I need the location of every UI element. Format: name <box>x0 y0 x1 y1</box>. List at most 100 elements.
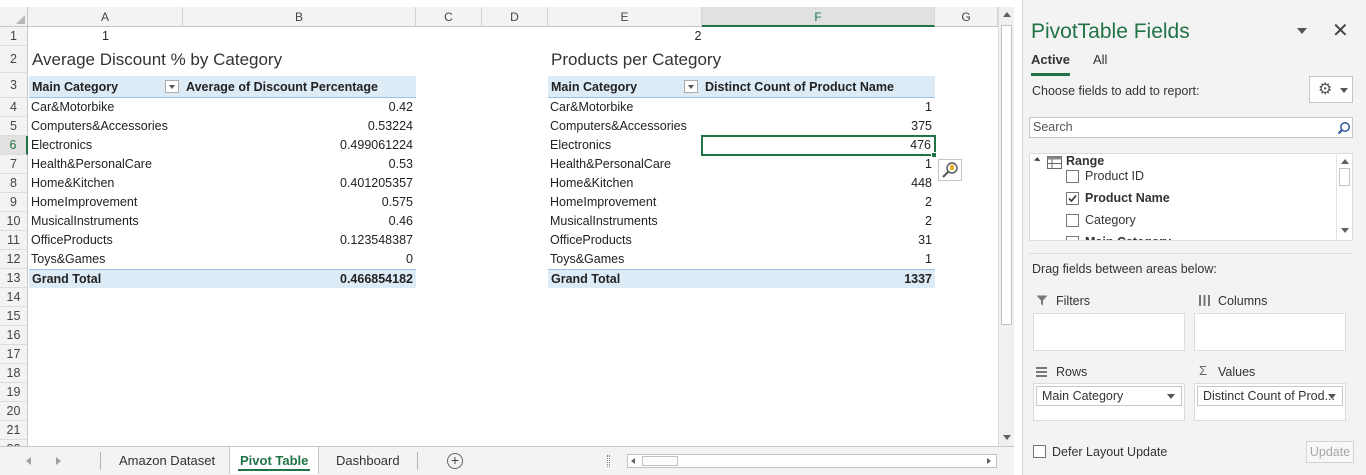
pivot1-total-value[interactable]: 0.466854182 <box>183 269 416 288</box>
defer-layout-label[interactable]: Defer Layout Update <box>1052 445 1167 459</box>
row-header[interactable]: 16 <box>0 326 28 345</box>
pivot1-row-label[interactable]: Home&Kitchen <box>31 174 181 193</box>
field-product-id[interactable]: Product ID <box>1085 166 1144 186</box>
tab-amazon-dataset[interactable]: Amazon Dataset <box>109 447 225 474</box>
row-header[interactable]: 8 <box>0 174 28 193</box>
pivot1-row-value[interactable]: 0.46 <box>183 212 416 231</box>
row-header[interactable]: 12 <box>0 250 28 269</box>
close-icon[interactable]: ✕ <box>1332 18 1349 43</box>
pane-options-chevron-down-icon[interactable] <box>1297 28 1307 34</box>
pivot1-row-label[interactable]: Toys&Games <box>31 250 181 269</box>
pivot1-row-value[interactable]: 0.53224 <box>183 117 416 136</box>
pivot2-row-value[interactable]: 375 <box>702 117 935 136</box>
row-header[interactable]: 15 <box>0 307 28 326</box>
next-sheet-icon[interactable] <box>56 457 61 465</box>
row-header[interactable]: 17 <box>0 345 28 364</box>
values-drop-area[interactable]: Distinct Count of Prod... <box>1194 383 1346 421</box>
quick-analysis-button[interactable] <box>938 159 962 181</box>
row-header[interactable]: 19 <box>0 383 28 402</box>
row-header[interactable]: 14 <box>0 288 28 307</box>
pivot1-row-label[interactable]: HomeImprovement <box>31 193 181 212</box>
row-header[interactable]: 11 <box>0 231 28 250</box>
row-header[interactable]: 2 <box>0 46 28 73</box>
select-all-corner[interactable] <box>0 7 28 27</box>
scroll-right-icon[interactable] <box>987 458 991 464</box>
column-header-d[interactable]: D <box>482 7 548 27</box>
pivot1-header-label[interactable]: Main Category <box>29 76 183 98</box>
column-header-f[interactable]: F <box>702 7 935 27</box>
pivot1-row-value[interactable]: 0.123548387 <box>183 231 416 250</box>
pivot2-row-value[interactable]: 1 <box>702 98 935 117</box>
checkbox-main-category[interactable] <box>1066 236 1079 240</box>
chevron-down-icon[interactable] <box>1328 394 1336 399</box>
pivot2-row-value[interactable]: 2 <box>702 212 935 231</box>
pivot1-row-value[interactable]: 0.53 <box>183 155 416 174</box>
tab-active[interactable]: Active <box>1031 52 1071 76</box>
row-header[interactable]: 21 <box>0 421 28 440</box>
pivot2-row-value[interactable]: 2 <box>702 193 935 212</box>
field-main-category[interactable]: Main Category <box>1085 232 1171 240</box>
vertical-scrollbar[interactable] <box>998 7 1014 446</box>
pivot1-row-value[interactable]: 0.499061224 <box>183 136 416 155</box>
checkbox-product-name[interactable] <box>1066 192 1079 205</box>
pivot1-row-label[interactable]: Electronics <box>31 136 181 155</box>
pivot2-row-label[interactable]: Home&Kitchen <box>550 174 700 193</box>
pivot1-row-label[interactable]: OfficeProducts <box>31 231 181 250</box>
checkbox-category[interactable] <box>1066 214 1079 227</box>
row-header[interactable]: 20 <box>0 402 28 421</box>
row-header[interactable]: 9 <box>0 193 28 212</box>
pivot2-row-label[interactable]: Health&PersonalCare <box>550 155 700 174</box>
scroll-down-icon[interactable] <box>1341 228 1349 233</box>
pivot1-title[interactable]: Average Discount % by Category <box>32 50 282 69</box>
collapse-triangle-icon[interactable] <box>1033 156 1042 165</box>
row-header[interactable]: 5 <box>0 117 28 136</box>
pivot2-row-label[interactable]: Computers&Accessories <box>550 117 700 136</box>
pivot2-total-label[interactable]: Grand Total <box>548 269 702 288</box>
column-header-g[interactable]: G <box>935 7 998 27</box>
pivot1-row-value[interactable]: 0.401205357 <box>183 174 416 193</box>
scroll-left-icon[interactable] <box>631 458 635 464</box>
pivot2-row-label[interactable]: HomeImprovement <box>550 193 700 212</box>
pivot2-row-value[interactable]: 1 <box>702 250 935 269</box>
search-icon[interactable] <box>1337 121 1351 135</box>
pivot2-row-value[interactable]: 31 <box>702 231 935 250</box>
column-header-a[interactable]: A <box>28 7 183 27</box>
pivot1-row-value[interactable]: 0 <box>183 250 416 269</box>
pivot2-header-value[interactable]: Distinct Count of Product Name <box>702 76 935 98</box>
tab-splitter-handle[interactable] <box>607 455 610 467</box>
values-field-pill[interactable]: Distinct Count of Prod... <box>1197 386 1343 406</box>
pivot1-row-value[interactable]: 0.575 <box>183 193 416 212</box>
row-header[interactable]: 18 <box>0 364 28 383</box>
pivot2-row-label[interactable]: Electronics <box>550 136 700 155</box>
field-list-scroll-thumb[interactable] <box>1339 168 1350 186</box>
checkbox-product-id[interactable] <box>1066 170 1079 183</box>
tab-pivot-table[interactable]: Pivot Table <box>229 447 320 474</box>
add-sheet-icon[interactable]: + <box>447 453 463 469</box>
pivot2-total-value[interactable]: 1337 <box>702 269 935 288</box>
pivot1-row-label[interactable]: MusicalInstruments <box>31 212 181 231</box>
rows-drop-area[interactable]: Main Category <box>1033 383 1185 421</box>
cell-a1[interactable]: 1 <box>28 27 183 46</box>
horizontal-scroll-thumb[interactable] <box>642 456 678 466</box>
row-header[interactable]: 4 <box>0 98 28 117</box>
chevron-down-icon[interactable] <box>1167 394 1175 399</box>
rows-field-pill[interactable]: Main Category <box>1036 386 1182 406</box>
field-category[interactable]: Category <box>1085 210 1136 230</box>
pivot2-row-label[interactable]: Toys&Games <box>550 250 700 269</box>
scroll-down-icon[interactable] <box>1003 435 1011 440</box>
pivot1-total-label[interactable]: Grand Total <box>29 269 183 288</box>
pivot1-header-value[interactable]: Average of Discount Percentage <box>183 76 416 98</box>
pivot1-row-label[interactable]: Car&Motorbike <box>31 98 181 117</box>
pivot2-row-label[interactable]: Car&Motorbike <box>550 98 700 117</box>
field-list[interactable]: Range Product ID Product Name Category M… <box>1029 153 1353 241</box>
field-search-input[interactable]: Search <box>1029 117 1353 138</box>
filters-drop-area[interactable] <box>1033 313 1185 351</box>
pivot1-filter-dropdown[interactable] <box>165 80 179 93</box>
vertical-scroll-thumb[interactable] <box>1001 25 1012 325</box>
row-header[interactable]: 3 <box>0 73 28 98</box>
row-header[interactable]: 1 <box>0 27 28 46</box>
row-header[interactable]: 6 <box>0 136 28 155</box>
scroll-up-icon[interactable] <box>1341 159 1349 164</box>
pivot2-row-value[interactable]: 1 <box>702 155 935 174</box>
column-header-e[interactable]: E <box>548 7 702 27</box>
